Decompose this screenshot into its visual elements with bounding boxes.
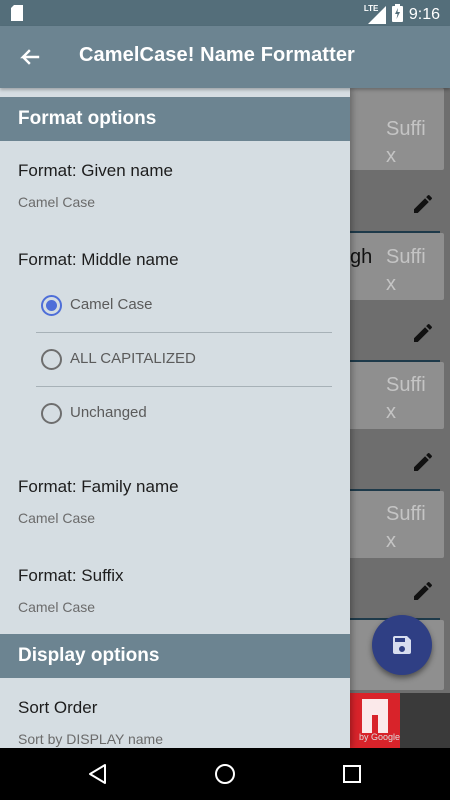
edit-pencil-icon[interactable] [411,450,435,474]
middle-name-title: Format: Middle name [18,250,179,269]
suffix-placeholder: Suffi [386,246,426,268]
back-arrow-icon[interactable] [14,43,44,73]
option-label: Unchanged [70,404,147,421]
edit-pencil-icon[interactable] [411,192,435,216]
recents-nav-icon[interactable] [340,762,364,786]
edit-pencil-icon[interactable] [411,579,435,603]
app-title: CamelCase! Name Formatter [79,44,355,66]
family-name-title: Format: Family name [18,477,179,496]
sort-order-title: Sort Order [18,698,98,717]
display-options-header: Display options [0,634,350,678]
family-name-summary: Camel Case [18,510,96,526]
suffix-summary: Camel Case [18,599,96,615]
status-bar: LTE 9:16 [0,0,450,26]
partial-name-text: gh [350,246,373,268]
option-label: ALL CAPITALIZED [70,350,196,367]
system-navigation-bar [0,748,450,800]
home-nav-icon[interactable] [213,762,237,786]
suffix-placeholder: Suffi [386,118,426,140]
lte-signal-icon: LTE [364,4,386,24]
back-nav-icon[interactable] [86,762,110,786]
radio-button-checked[interactable] [41,295,62,316]
given-name-summary: Camel Case [18,194,96,210]
save-fab-button[interactable] [372,615,432,675]
middle-name-option-all-caps[interactable]: ALL CAPITALIZED [36,332,332,386]
suffix-placeholder-x: x [386,401,396,423]
ad-banner[interactable]: by Google [350,693,450,748]
edit-pencil-icon[interactable] [411,321,435,345]
suffix-placeholder-x: x [386,530,396,552]
settings-drawer: Format options Format: Given name Camel … [0,88,350,748]
suffix-placeholder-x: x [386,273,396,295]
radio-button[interactable] [41,403,62,424]
clock: 9:16 [408,5,440,23]
option-label: Camel Case [70,296,153,313]
middle-name-option-camel-case[interactable]: Camel Case [36,278,332,332]
battery-icon [391,4,403,25]
sd-card-icon [10,5,24,26]
format-options-header: Format options [0,97,350,141]
middle-name-option-unchanged[interactable]: Unchanged [36,386,332,440]
app-bar: CamelCase! Name Formatter [0,26,450,88]
suffix-title: Format: Suffix [18,566,124,585]
radio-button[interactable] [41,349,62,370]
ad-attribution: by Google [358,732,400,742]
given-name-title: Format: Given name [18,161,173,180]
suffix-placeholder: Suffi [386,374,426,396]
save-icon [393,636,411,654]
suffix-placeholder: Suffi [386,503,426,525]
sort-order-summary: Sort by DISPLAY name [18,731,163,747]
suffix-placeholder-x: x [386,145,396,167]
